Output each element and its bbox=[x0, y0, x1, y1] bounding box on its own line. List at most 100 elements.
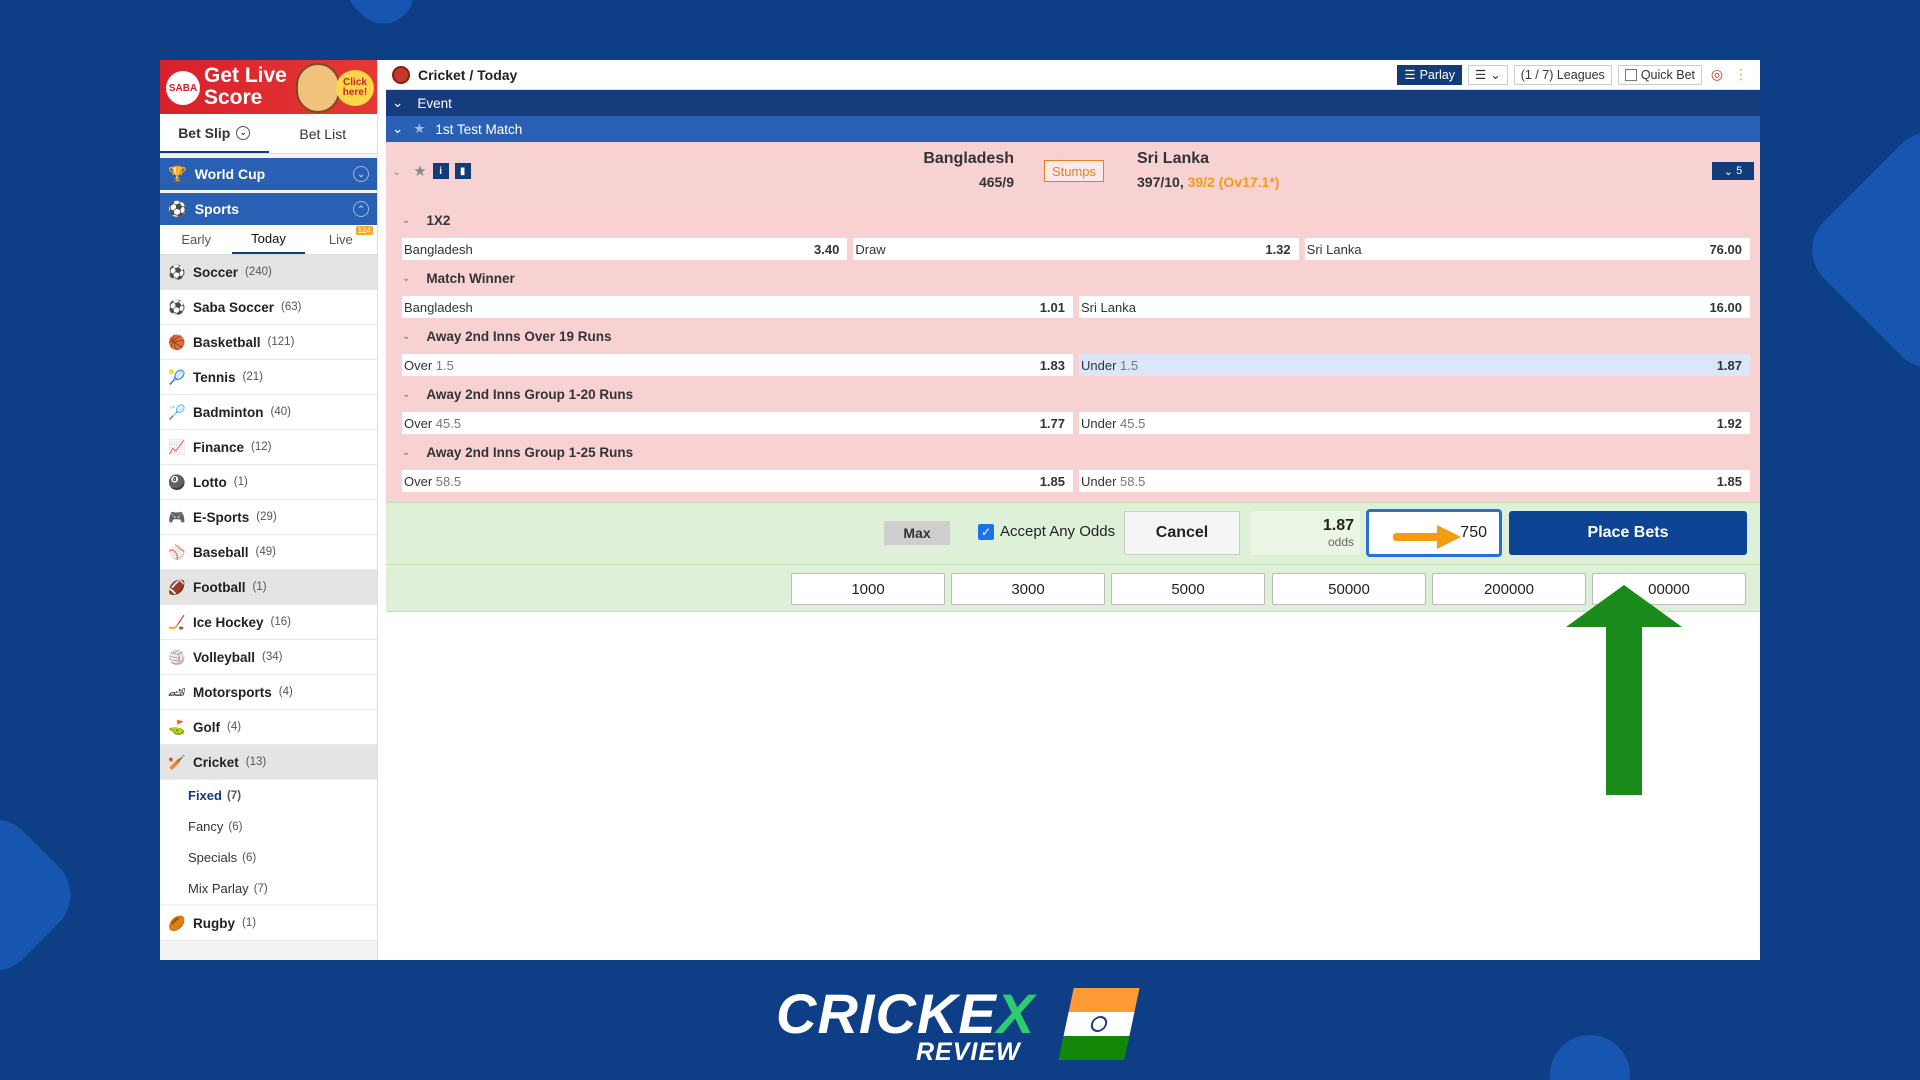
sidebar-item-badminton[interactable]: 🏸 Badminton (40) bbox=[160, 395, 377, 430]
parlay-button[interactable]: ☰ Parlay bbox=[1397, 64, 1463, 85]
topbar: Cricket / Today ☰ Parlay ☰ ⌄ (1 / 7) Leagu… bbox=[386, 60, 1760, 90]
cricket-sub-fixed[interactable]: Fixed (7) bbox=[160, 780, 377, 811]
stake-chip[interactable]: 5000 bbox=[1111, 573, 1265, 605]
background-shape bbox=[0, 803, 87, 987]
sidebar-item-e-sports[interactable]: 🎮 E-Sports (29) bbox=[160, 500, 377, 535]
cricket-ball-icon bbox=[392, 65, 410, 84]
main-panel: Cricket / Today ☰ Parlay ☰ ⌄ (1 / 7) Leagu… bbox=[386, 60, 1760, 960]
accept-any-odds[interactable]: ✓ Accept Any Odds bbox=[978, 523, 1115, 540]
odds-button[interactable]: Under 58.5 1.85 bbox=[1079, 470, 1750, 492]
odds-button[interactable]: Sri Lanka 76.00 bbox=[1304, 238, 1750, 260]
star-icon[interactable]: ★ bbox=[413, 121, 425, 137]
odds-button[interactable]: Bangladesh 3.40 bbox=[402, 238, 848, 260]
sidebar-item-volleyball[interactable]: 🏐 Volleyball (34) bbox=[160, 640, 377, 675]
sidebar-item-golf[interactable]: ⛳ Golf (4) bbox=[160, 710, 377, 745]
cricket-sub-specials[interactable]: Specials (6) bbox=[160, 842, 377, 873]
home-team: Bangladesh 465/9 bbox=[923, 150, 1014, 190]
odds-button[interactable]: Sri Lanka 16.00 bbox=[1079, 296, 1750, 318]
more-options-icon[interactable]: ⋮ bbox=[1732, 66, 1750, 84]
checkbox-checked-icon[interactable]: ✓ bbox=[978, 523, 994, 540]
cricket-sub-fancy[interactable]: Fancy (6) bbox=[160, 811, 377, 842]
tab-live[interactable]: Live 124 bbox=[305, 225, 377, 254]
stake-chip[interactable]: 50000 bbox=[1272, 573, 1426, 605]
odds-button[interactable]: Over 58.5 1.85 bbox=[402, 470, 1073, 492]
stake-chip[interactable]: 200000 bbox=[1432, 573, 1586, 605]
odds-button[interactable]: Over 1.5 1.83 bbox=[402, 354, 1073, 376]
click-here-badge[interactable]: Click here! bbox=[336, 70, 374, 106]
football-icon: 🏈 bbox=[168, 578, 186, 595]
cricket-sub-mix-parlay[interactable]: Mix Parlay (7) bbox=[160, 873, 377, 904]
tab-today[interactable]: Today bbox=[232, 225, 305, 254]
sidebar-item-motorsports[interactable]: 🏎 Motorsports (4) bbox=[160, 675, 377, 710]
stake-chip[interactable]: 1000 bbox=[791, 573, 945, 605]
market-over-19-title[interactable]: ⌄ Away 2nd Inns Over 19 Runs bbox=[386, 322, 1760, 350]
selected-odds: 1.87 odds bbox=[1250, 511, 1360, 555]
tab-bet-list[interactable]: Bet List bbox=[269, 114, 378, 153]
world-cup-header[interactable]: 🏆 World Cup ⌄ bbox=[160, 158, 377, 190]
tab-bet-slip[interactable]: Bet Slip ⌄ bbox=[160, 114, 269, 153]
parlay-icon: ☰ bbox=[1404, 68, 1416, 82]
place-bets-button[interactable]: Place Bets bbox=[1509, 511, 1747, 555]
sidebar-item-ice-hockey[interactable]: 🏒 Ice Hockey (16) bbox=[160, 605, 377, 640]
stake-chip[interactable]: 3000 bbox=[951, 573, 1105, 605]
sidebar-item-rugby[interactable]: 🏉 Rugby (1) bbox=[160, 906, 377, 941]
market-group-1-20-title[interactable]: ⌄ Away 2nd Inns Group 1-20 Runs bbox=[386, 380, 1760, 408]
sidebar-item-soccer[interactable]: ⚽ Soccer (240) bbox=[160, 255, 377, 290]
chevron-up-icon: ⌃ bbox=[353, 201, 369, 217]
india-flag-icon bbox=[1058, 988, 1140, 1060]
chevron-down-icon[interactable]: ⌄ bbox=[392, 165, 401, 178]
sidebar-item-baseball[interactable]: ⚾ Baseball (49) bbox=[160, 535, 377, 570]
more-markets-button[interactable]: ⌄ 5 bbox=[1712, 162, 1754, 180]
sidebar-item-tennis[interactable]: 🎾 Tennis (21) bbox=[160, 360, 377, 395]
bet-bar: Max ✓ Accept Any Odds Cancel 1.87 odds 7… bbox=[386, 502, 1760, 564]
info-icon[interactable]: i bbox=[432, 163, 449, 179]
chevron-down-icon: ⌄ bbox=[402, 214, 411, 226]
sidebar-item-basketball[interactable]: 🏀 Basketball (121) bbox=[160, 325, 377, 360]
chevron-down-icon: ⌄ bbox=[402, 330, 411, 342]
sort-button[interactable]: ☰ ⌄ bbox=[1468, 64, 1508, 85]
live-count-badge: 124 bbox=[355, 226, 373, 235]
sidebar-item-finance[interactable]: 📈 Finance (12) bbox=[160, 430, 377, 465]
market-group-1-25-title[interactable]: ⌄ Away 2nd Inns Group 1-25 Runs bbox=[386, 438, 1760, 466]
match-header[interactable]: ⌄ ★ 1st Test Match bbox=[386, 116, 1760, 142]
stake-input[interactable]: 750 bbox=[1366, 509, 1502, 557]
sidebar-item-cricket[interactable]: 🏏 Cricket (13) bbox=[160, 745, 377, 780]
odds-button[interactable]: Over 45.5 1.77 bbox=[402, 412, 1073, 434]
background-shape bbox=[1533, 1018, 1647, 1080]
period-tabs: Early Today Live 124 bbox=[160, 225, 377, 255]
market-1x2-title[interactable]: ⌄ 1X2 bbox=[386, 206, 1760, 234]
scoreboard: ⌄ ★ i ▮ Bangladesh 465/9 Stumps Sri Lank… bbox=[386, 142, 1760, 206]
sports-header[interactable]: ⚽ Sports ⌃ bbox=[160, 193, 377, 225]
target-icon[interactable]: ◎ bbox=[1708, 66, 1726, 84]
background-shape bbox=[1795, 115, 1920, 385]
cricket-icon: 🏏 bbox=[168, 753, 186, 770]
live-score-banner[interactable]: SABA Get Live Score Click here! bbox=[160, 60, 377, 114]
banner-text: Get Live Score bbox=[204, 64, 287, 109]
scoreboard-icons: ⌄ ★ i ▮ bbox=[392, 162, 471, 180]
sidebar-item-lotto[interactable]: 🎱 Lotto (1) bbox=[160, 465, 377, 500]
chevron-down-icon: ⌄ bbox=[402, 446, 411, 458]
odds-button[interactable]: Draw 1.32 bbox=[853, 238, 1299, 260]
sidebar-item-saba-soccer[interactable]: ⚽ Saba Soccer (63) bbox=[160, 290, 377, 325]
motorsports-icon: 🏎 bbox=[168, 683, 186, 700]
golf-icon: ⛳ bbox=[168, 718, 186, 735]
crickex-wordmark: CRICKEX bbox=[776, 982, 1036, 1045]
leagues-button[interactable]: (1 / 7) Leagues bbox=[1513, 64, 1612, 85]
volleyball-icon: 🏐 bbox=[168, 648, 186, 665]
event-header[interactable]: ⌄ Event bbox=[386, 90, 1760, 116]
tab-early[interactable]: Early bbox=[160, 225, 232, 254]
star-icon[interactable]: ★ bbox=[413, 162, 426, 180]
odds-button[interactable]: Bangladesh 1.01 bbox=[402, 296, 1073, 318]
sidebar-item-football[interactable]: 🏈 Football (1) bbox=[160, 570, 377, 605]
quick-bet-toggle[interactable]: Quick Bet bbox=[1617, 64, 1702, 85]
odds-button[interactable]: Under 45.5 1.92 bbox=[1079, 412, 1750, 434]
cancel-button[interactable]: Cancel bbox=[1124, 511, 1240, 555]
max-button[interactable]: Max bbox=[884, 521, 950, 545]
stats-icon[interactable]: ▮ bbox=[454, 163, 471, 179]
stake-chips: 1000 3000 5000 50000 200000 00000 bbox=[386, 564, 1760, 612]
chevron-down-icon: ⌄ bbox=[1490, 68, 1501, 82]
market-match-winner-title[interactable]: ⌄ Match Winner bbox=[386, 264, 1760, 292]
ice-hockey-icon: 🏒 bbox=[168, 613, 186, 630]
orange-arrow-icon bbox=[1393, 525, 1461, 549]
odds-button-selected[interactable]: Under 1.5 1.87 bbox=[1079, 354, 1750, 376]
